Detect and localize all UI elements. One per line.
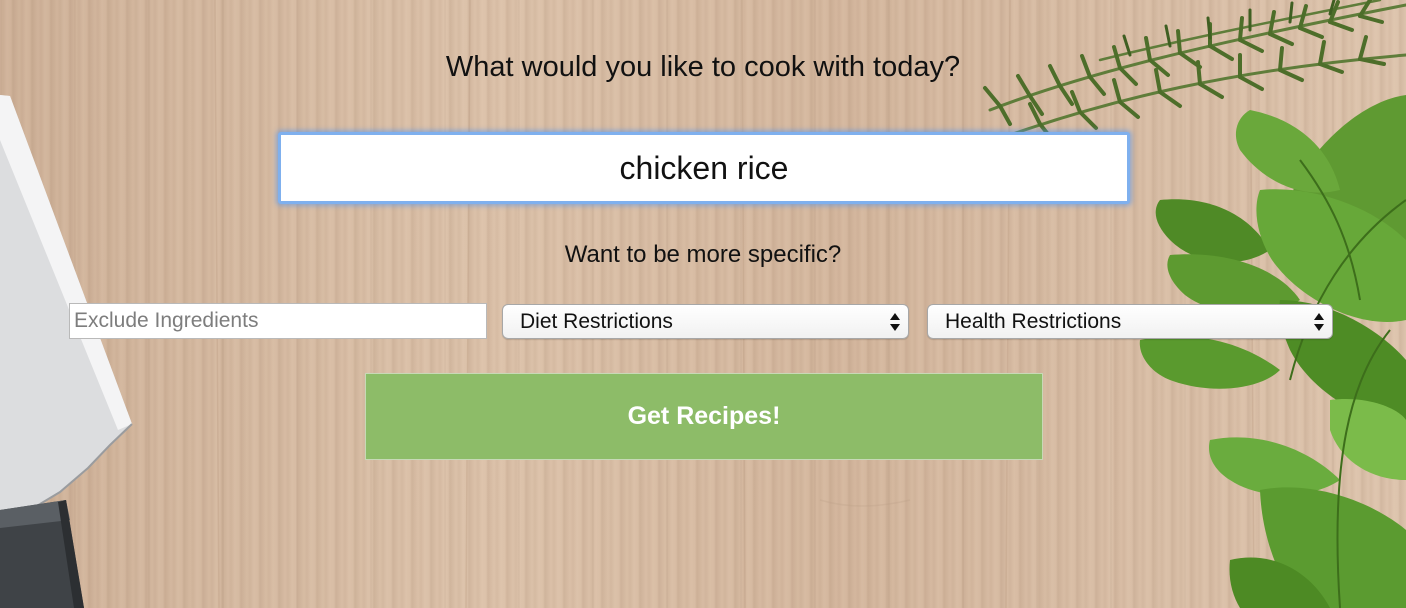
page-heading: What would you like to cook with today? [445,51,961,83]
health-restrictions-select[interactable]: Health Restrictions [927,304,1333,339]
parsley-icon [1139,95,1406,608]
diet-restrictions-value: Diet Restrictions [520,310,673,333]
ingredient-search-input[interactable] [278,132,1130,204]
chef-knife-icon [0,95,133,608]
up-down-arrows-icon [1314,313,1324,331]
diet-restrictions-select[interactable]: Diet Restrictions [502,304,909,339]
filters-heading: Want to be more specific? [564,241,842,268]
exclude-ingredients-input[interactable] [69,303,487,339]
up-down-arrows-icon [890,313,900,331]
health-restrictions-value: Health Restrictions [945,310,1122,333]
get-recipes-button[interactable]: Get Recipes! [365,373,1043,460]
